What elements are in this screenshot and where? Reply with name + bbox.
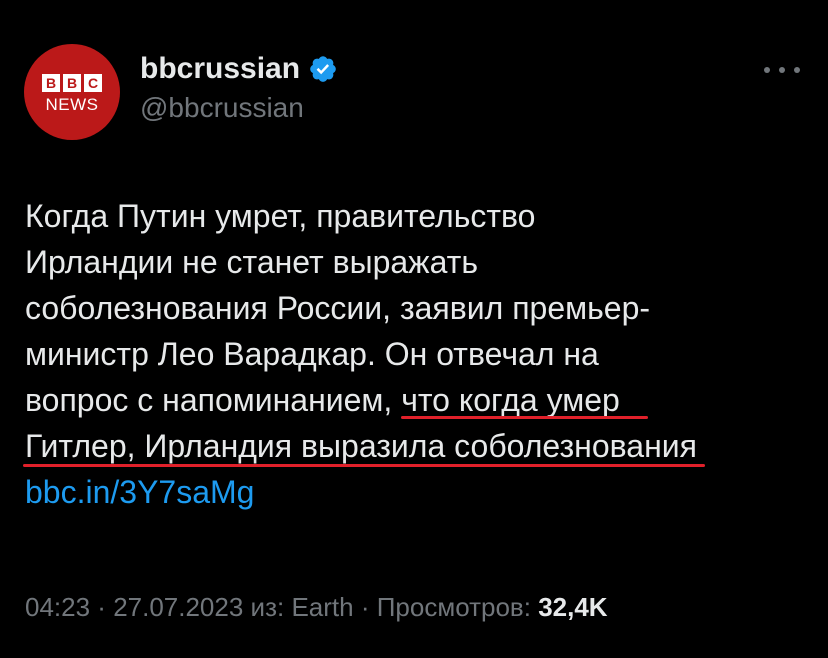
tweet-text-line: соболезнования России, заявил премьер-: [25, 290, 651, 326]
tweet-time[interactable]: 04:23: [25, 592, 90, 622]
meta-separator: ·: [353, 592, 377, 622]
more-horizontal-icon[interactable]: [764, 60, 800, 80]
tweet-text-line: вопрос с напоминанием, что когда умер: [25, 377, 815, 423]
red-underline-mark: [401, 416, 648, 419]
red-underline-mark: [23, 464, 705, 467]
tweet-text-line: министр Лео Варадкар. Он отвечал на: [25, 336, 599, 372]
tweet-text-line: Гитлер, Ирландия выразила соболезнования: [23, 423, 815, 469]
views-label: Просмотров:: [376, 592, 539, 622]
avatar[interactable]: B B C NEWS: [24, 44, 120, 140]
tweet-text-line: bbc.in/3Y7saMg: [25, 469, 815, 515]
tweet-text-segment: вопрос с напоминанием,: [25, 382, 402, 418]
tweet-text-line: Ирландии не станет выражать: [25, 244, 478, 280]
author-handle[interactable]: @bbcrussian: [140, 92, 304, 124]
tweet-source: Earth: [291, 592, 354, 622]
underlined-text: что когда умер: [401, 377, 648, 423]
bbc-logo: B B C: [42, 73, 102, 92]
author-display-name[interactable]: bbcrussian: [140, 52, 300, 86]
bbc-logo-block: B: [42, 73, 60, 92]
tweet-text: Когда Путин умрет, правительство Ирланди…: [23, 193, 815, 515]
bbc-news-word: NEWS: [45, 94, 99, 114]
views-count[interactable]: 32,4K: [538, 592, 607, 622]
source-prefix: из:: [243, 592, 292, 622]
meta-separator: ·: [90, 592, 114, 622]
tweet-meta: 04:23 · 27.07.2023 из: Earth · Просмотро…: [25, 590, 608, 624]
verified-badge-icon: [310, 56, 336, 82]
underlined-text: Гитлер, Ирландия выразила соболезнования: [23, 423, 705, 469]
more-dot: [764, 67, 770, 73]
tweet-text-line: Когда Путин умрет, правительство: [25, 198, 536, 234]
underlined-text-content: Гитлер, Ирландия выразила соболезнования: [25, 428, 697, 464]
more-dot: [779, 67, 785, 73]
bbc-logo-block: B: [63, 73, 81, 92]
underlined-text-content: что когда умер: [401, 382, 620, 418]
tweet-link[interactable]: bbc.in/3Y7saMg: [25, 474, 254, 510]
tweet-card: B B C NEWS bbcrussian @bbcrussian Когда …: [0, 0, 828, 658]
bbc-logo-block: C: [84, 73, 102, 92]
tweet-date[interactable]: 27.07.2023: [113, 592, 243, 622]
author-name-row: bbcrussian: [140, 52, 338, 86]
more-dot: [794, 67, 800, 73]
